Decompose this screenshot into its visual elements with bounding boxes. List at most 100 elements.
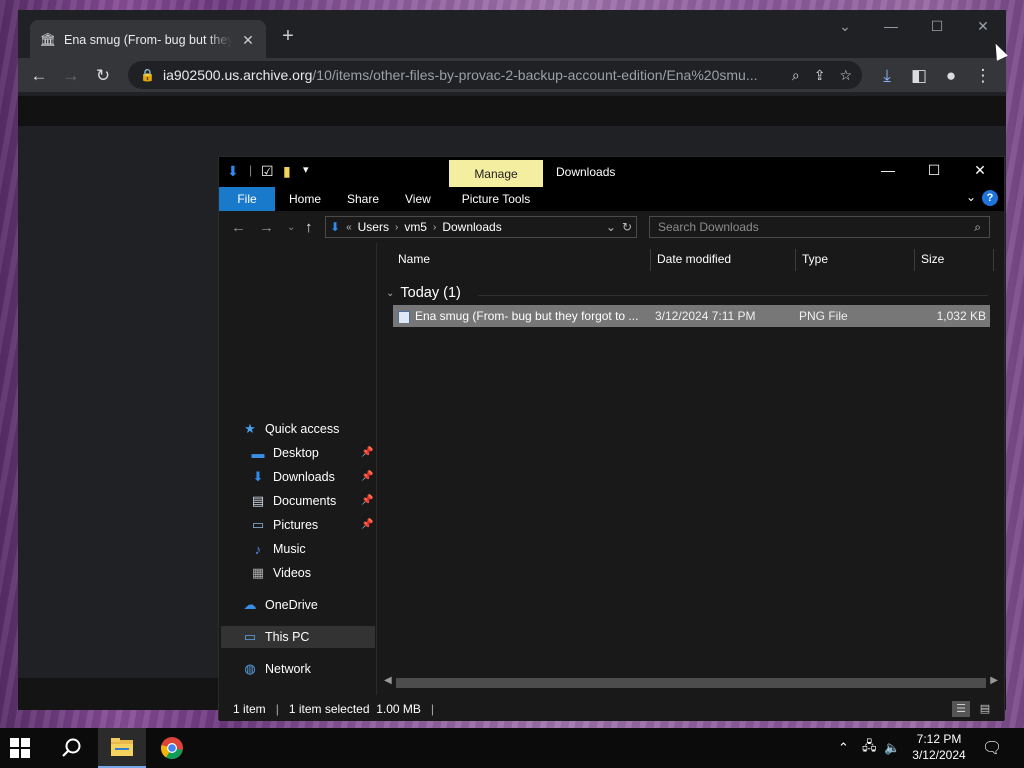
horizontal-scrollbar[interactable]: ◀ ▶: [382, 675, 1000, 689]
png-file-icon: [398, 311, 410, 323]
minimize-button[interactable]: —: [876, 18, 906, 34]
explorer-close-button[interactable]: ✕: [957, 162, 1003, 179]
breadcrumb-vm5[interactable]: vm5: [404, 220, 427, 234]
help-icon[interactable]: ?: [982, 190, 998, 206]
zoom-search-icon[interactable]: ⌕: [792, 67, 800, 84]
large-icons-view-icon[interactable]: ▤: [976, 701, 994, 717]
show-hidden-icons[interactable]: ⌃: [838, 728, 849, 768]
explorer-minimize-button[interactable]: —: [865, 162, 911, 178]
nav-music[interactable]: ♪ Music: [249, 538, 306, 560]
column-size[interactable]: Size: [915, 243, 993, 275]
reload-icon[interactable]: ↻: [92, 65, 114, 87]
browser-tab-strip: 🏛 Ena smug (From- bug but they fo ✕ + ⌄ …: [18, 10, 1006, 60]
share-icon[interactable]: ⇪: [814, 67, 826, 84]
menu-kebab-icon[interactable]: ⋮: [972, 65, 994, 87]
navigation-pane: ★ Quick access ▬ Desktop 📌 ⬇ Downloads 📌 ▤ D…: [219, 243, 377, 695]
browser-tab[interactable]: 🏛 Ena smug (From- bug but they fo ✕: [30, 20, 266, 60]
profile-icon[interactable]: ●: [940, 65, 962, 87]
network-icon: ◍: [244, 661, 256, 676]
breadcrumb-downloads[interactable]: Downloads: [442, 220, 501, 234]
back-icon[interactable]: ←: [28, 65, 50, 87]
forward-icon[interactable]: →: [60, 65, 82, 87]
breadcrumb[interactable]: ⬇ « Users › vm5 › Downloads ⌄ ↻: [325, 216, 637, 238]
address-bar[interactable]: 🔒 ia902500.us.archive.org/10/items/other…: [128, 61, 862, 89]
search-box[interactable]: ⌕: [649, 216, 990, 238]
new-tab-button[interactable]: +: [278, 26, 298, 46]
qat-dropdown-icon[interactable]: ▾: [303, 163, 309, 176]
nav-network[interactable]: ◍ Network: [241, 658, 311, 680]
column-name[interactable]: Name: [392, 243, 648, 275]
nav-documents[interactable]: ▤ Documents: [249, 490, 336, 512]
videos-icon: ▦: [251, 565, 265, 580]
pin-icon[interactable]: 📌: [361, 471, 373, 482]
scrollbar-thumb[interactable]: [396, 678, 986, 688]
pin-icon[interactable]: 📌: [361, 447, 373, 458]
scroll-left-icon[interactable]: ◀: [384, 675, 392, 686]
status-bar: 1 item | 1 item selected 1.00 MB | ☰ ▤: [219, 697, 1004, 721]
downloads-icon[interactable]: ⤓: [876, 65, 898, 87]
clock-date: 3/12/2024: [912, 748, 966, 762]
new-folder-icon[interactable]: ▮: [283, 163, 291, 180]
nav-videos[interactable]: ▦ Videos: [249, 562, 311, 584]
column-date-modified[interactable]: Date modified: [651, 243, 795, 275]
breadcrumb-users[interactable]: Users: [358, 220, 389, 234]
nav-onedrive[interactable]: ☁ OneDrive: [241, 594, 318, 616]
document-icon: ▤: [251, 493, 265, 508]
file-explorer-taskbar-icon[interactable]: [98, 728, 146, 768]
tab-title: Ena smug (From- bug but they fo: [64, 33, 232, 47]
bookmark-star-icon[interactable]: ☆: [839, 67, 852, 84]
notifications-icon[interactable]: 🗨: [982, 728, 1002, 768]
up-icon[interactable]: ↑: [305, 219, 313, 236]
search-icon: ⌕: [974, 219, 981, 234]
close-button[interactable]: ✕: [968, 18, 998, 35]
tab-file[interactable]: File: [219, 187, 275, 211]
system-clock[interactable]: 7:12 PM 3/12/2024: [906, 731, 972, 763]
tab-picture-tools[interactable]: Picture Tools: [449, 187, 543, 211]
maximize-button[interactable]: ☐: [922, 18, 952, 35]
column-type[interactable]: Type: [796, 243, 914, 275]
tab-close-icon[interactable]: ✕: [240, 32, 256, 49]
search-input[interactable]: [658, 220, 948, 234]
expand-ribbon-icon[interactable]: ⌄: [966, 190, 976, 204]
pictures-icon: ▭: [251, 517, 265, 532]
side-panel-icon[interactable]: ◧: [908, 65, 930, 87]
pin-icon[interactable]: 📌: [361, 495, 373, 506]
properties-icon[interactable]: ☑: [261, 163, 274, 180]
lock-icon: 🔒: [140, 68, 155, 82]
address-dropdown-icon[interactable]: ⌄: [606, 220, 616, 234]
details-view-icon[interactable]: ☰: [952, 701, 970, 717]
nav-downloads[interactable]: ⬇ Downloads: [249, 466, 335, 488]
nav-pictures[interactable]: ▭ Pictures: [249, 514, 318, 536]
downloads-icon: ⬇: [330, 220, 341, 234]
recent-locations-icon[interactable]: ⌄: [287, 222, 295, 233]
table-row[interactable]: Ena smug (From- bug but they forgot to .…: [393, 305, 990, 327]
separator-icon: |: [249, 163, 253, 177]
file-explorer-window: ⬇ | ☑ ▮ ▾ Manage Downloads — ☐ ✕ File Ho…: [218, 156, 1005, 721]
search-icon[interactable]: [48, 728, 96, 768]
nav-desktop[interactable]: ▬ Desktop: [249, 442, 319, 464]
explorer-titlebar: ⬇ | ☑ ▮ ▾ Manage Downloads — ☐ ✕: [219, 157, 1004, 187]
manage-tab[interactable]: Manage: [449, 160, 543, 187]
tab-view[interactable]: View: [405, 192, 431, 206]
column-divider[interactable]: [993, 249, 994, 271]
group-header-today[interactable]: ⌄ Today (1): [386, 285, 461, 301]
nav-this-pc[interactable]: ▭ This PC: [241, 626, 310, 648]
volume-muted-icon[interactable]: 🔈: [884, 728, 900, 768]
group-divider: [478, 295, 988, 296]
breadcrumb-overflow[interactable]: «: [346, 222, 352, 233]
scroll-right-icon[interactable]: ▶: [990, 675, 998, 686]
chrome-taskbar-icon[interactable]: [148, 728, 196, 768]
tab-search-icon[interactable]: ⌄: [830, 18, 860, 35]
refresh-icon[interactable]: ↻: [622, 220, 632, 234]
tab-home[interactable]: Home: [289, 192, 321, 206]
back-icon[interactable]: ←: [231, 219, 246, 236]
forward-icon[interactable]: →: [259, 219, 274, 236]
pin-icon[interactable]: 📌: [361, 519, 373, 530]
file-list: Name Date modified Type Size ⌄ Today (1)…: [378, 243, 1004, 695]
network-status-icon[interactable]: 🖧: [862, 728, 877, 768]
explorer-maximize-button[interactable]: ☐: [911, 162, 957, 179]
nav-quick-access[interactable]: ★ Quick access: [241, 418, 339, 440]
windows-start-icon[interactable]: [10, 738, 30, 758]
explorer-navbar: ← → ⌄ ↑ ⬇ « Users › vm5 › Downloads ⌄ ↻ …: [219, 211, 1004, 243]
tab-share[interactable]: Share: [347, 192, 379, 206]
